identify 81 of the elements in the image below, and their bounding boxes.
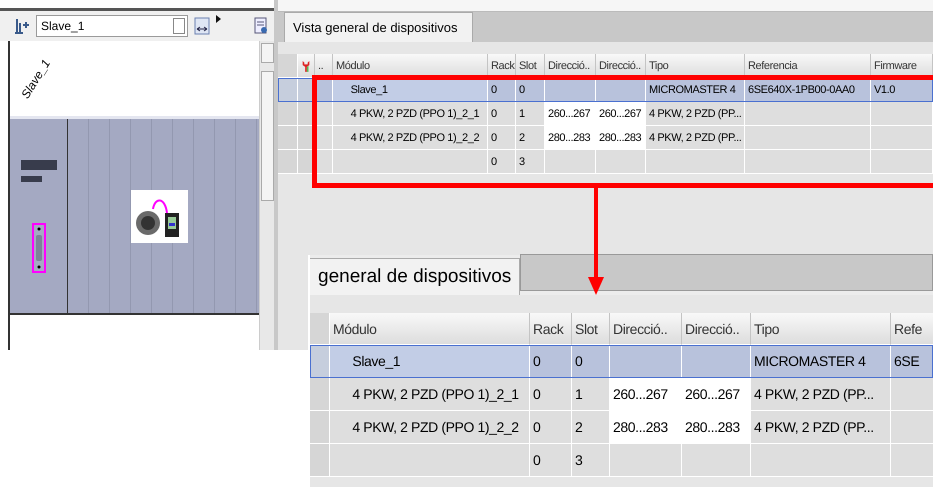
table-cell: 4 PKW, 2 PZD (PP...	[646, 102, 745, 126]
table-cell: 0	[530, 444, 572, 477]
table-cell: 280...283	[610, 411, 682, 444]
table-cell: 280...283	[682, 411, 751, 444]
table-cell: 6SE	[891, 345, 933, 378]
table-cell	[545, 78, 596, 102]
table-cell: MICROMASTER 4	[751, 345, 891, 378]
properties-icon[interactable]	[254, 17, 268, 35]
table-cell: MICROMASTER 4	[646, 78, 745, 102]
table-cell: 4 PKW, 2 PZD (PPO 1)_2_1	[330, 378, 530, 411]
table-cell: 4 PKW, 2 PZD (PP...	[751, 411, 891, 444]
header-corner	[310, 313, 330, 345]
table-cell: Slave_1	[333, 78, 488, 102]
table-cell: 280...283	[596, 126, 646, 150]
table-row[interactable]: 4 PKW, 2 PZD (PPO 1)_2_2 0 2 280...283 280...283 4 PKW, 2 PZD (PP...	[278, 126, 933, 150]
table-cell: 0	[488, 102, 516, 126]
table-row[interactable]: Slave_1 0 0 MICROMASTER 4 6SE	[310, 345, 933, 378]
scrollbar[interactable]	[259, 41, 274, 350]
table-cell: 1	[516, 102, 545, 126]
column-header[interactable]: Módulo	[330, 313, 530, 345]
table-cell: 3	[572, 444, 610, 477]
table-row[interactable]: 4 PKW, 2 PZD (PPO 1)_2_2 0 2 280...283 280...283 4 PKW, 2 PZD (PP...	[310, 411, 933, 444]
table-cell: 4 PKW, 2 PZD (PPO 1)_2_2	[333, 126, 488, 150]
column-header[interactable]: Slot	[572, 313, 610, 345]
table-cell: 4 PKW, 2 PZD (PP...	[751, 378, 891, 411]
table-cell	[682, 345, 751, 378]
table-cell	[871, 102, 933, 126]
table-cell: 4 PKW, 2 PZD (PP...	[646, 126, 745, 150]
table-cell: 4 PKW, 2 PZD (PPO 1)_2_1	[333, 102, 488, 126]
row-header[interactable]	[310, 345, 330, 378]
table-cell: 260...267	[596, 102, 646, 126]
table-cell: 2	[572, 411, 610, 444]
column-header[interactable]: Rack	[530, 313, 572, 345]
table-cell	[610, 345, 682, 378]
table-cell	[682, 444, 751, 477]
expand-arrow-icon[interactable]	[216, 15, 221, 23]
fit-width-icon[interactable]	[194, 17, 210, 35]
table-cell	[610, 444, 682, 477]
table-row[interactable]: 0 3	[278, 150, 933, 174]
table-cell	[596, 150, 646, 174]
table-cell: 4 PKW, 2 PZD (PPO 1)_2_2	[330, 411, 530, 444]
network-add-icon[interactable]	[14, 17, 30, 35]
table-cell: 0	[516, 78, 545, 102]
column-header[interactable]: Direcció..	[682, 313, 751, 345]
table-cell	[871, 126, 933, 150]
header-corner	[278, 54, 298, 78]
tab[interactable]: Vista general de dispositivos	[284, 12, 473, 42]
wrench-icon	[301, 58, 311, 72]
table-cell: V1.0	[871, 78, 933, 102]
table-cell: 0	[530, 345, 572, 378]
status-bars-icon	[20, 160, 56, 182]
tab[interactable]: general de dispositivos	[310, 258, 520, 295]
row-header[interactable]	[278, 78, 298, 102]
table-cell: 0	[530, 378, 572, 411]
table-cell: 260...267	[545, 102, 596, 126]
table-cell: 0	[530, 411, 572, 444]
table-cell: 3	[516, 150, 545, 174]
device-select[interactable]: Slave_1	[36, 15, 188, 37]
table-cell: 0	[488, 126, 516, 150]
table-cell: 0	[488, 150, 516, 174]
table-cell: 2	[516, 126, 545, 150]
table-cell: 6SE640X-1PB00-0AA0	[745, 78, 871, 102]
table-cell: Slave_1	[330, 345, 530, 378]
table-cell: 260...267	[682, 378, 751, 411]
table-cell	[891, 378, 933, 411]
table-cell: 280...283	[545, 126, 596, 150]
table-cell: 1	[572, 378, 610, 411]
column-header[interactable]: Direcció..	[610, 313, 682, 345]
table-cell	[545, 150, 596, 174]
column-header[interactable]: Tipo	[751, 313, 891, 345]
column-header[interactable]: Refe	[891, 313, 933, 345]
table-cell: 0	[488, 78, 516, 102]
table-row[interactable]: Slave_1 0 0 MICROMASTER 4 6SE640X-1PB00-0AA0 V1.0	[278, 78, 933, 102]
table-cell	[596, 78, 646, 102]
table-cell	[891, 411, 933, 444]
connector-icon	[32, 222, 46, 272]
table-row[interactable]: 4 PKW, 2 PZD (PPO 1)_2_1 0 1 260...267 260...267 4 PKW, 2 PZD (PP...	[310, 378, 933, 411]
table-cell: 260...267	[610, 378, 682, 411]
table-row[interactable]: 4 PKW, 2 PZD (PPO 1)_2_1 0 1 260...267 260...267 4 PKW, 2 PZD (PP...	[278, 102, 933, 126]
table-row[interactable]: 0 3	[310, 444, 933, 477]
table-cell: 0	[572, 345, 610, 378]
